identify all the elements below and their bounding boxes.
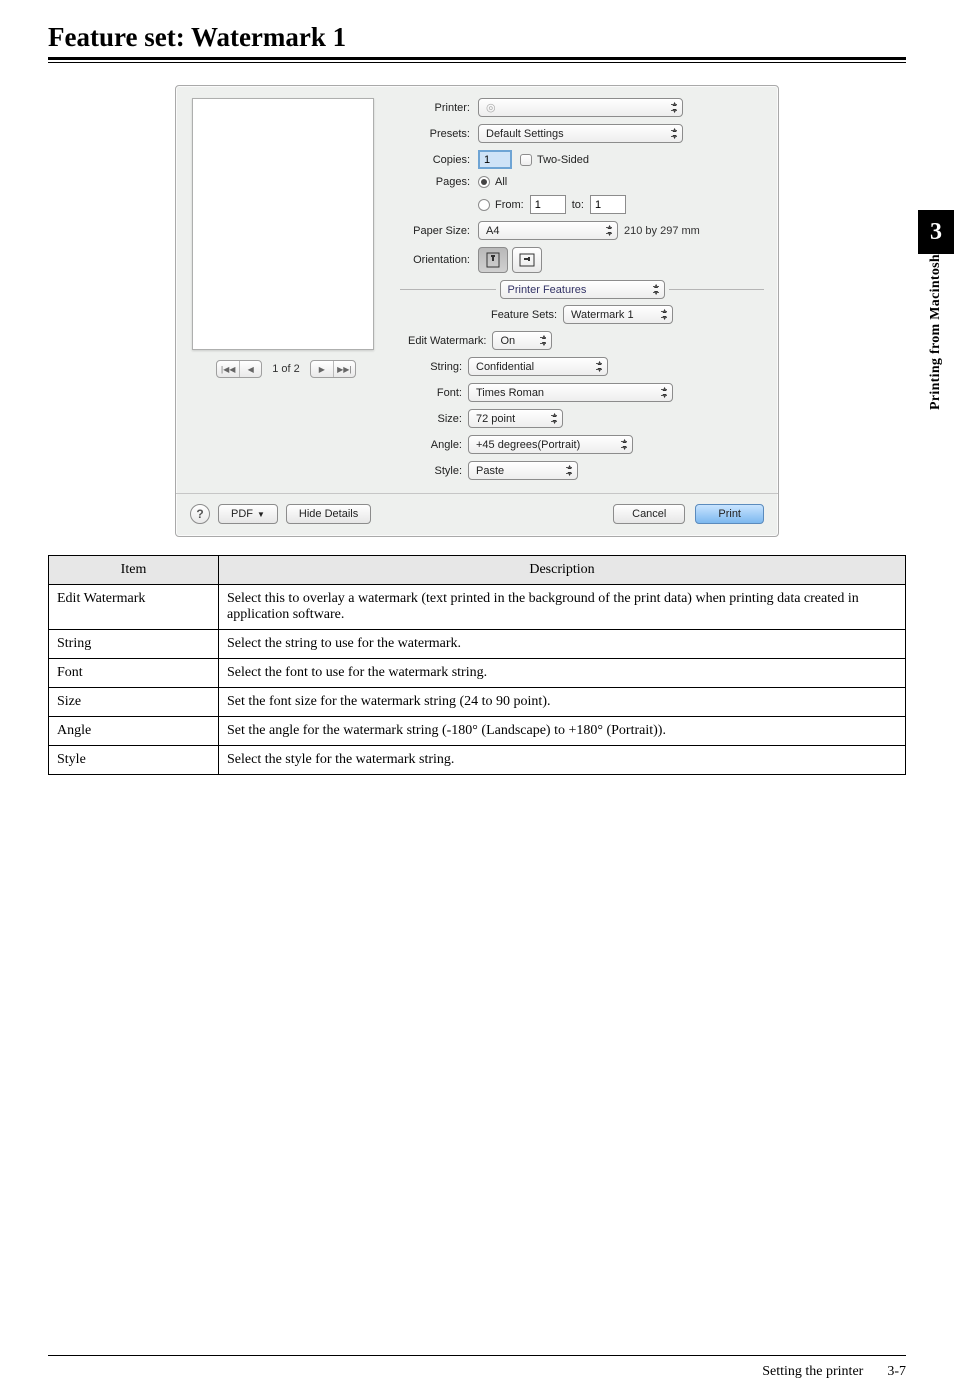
feature-sets-label: Feature Sets:	[491, 309, 557, 321]
description-table: Item Description Edit Watermark Select t…	[48, 555, 906, 775]
checkbox-icon	[520, 154, 532, 166]
presets-select[interactable]: Default Settings ▲▼	[478, 124, 683, 143]
desc-cell: Select the font to use for the watermark…	[219, 659, 906, 688]
printer-select[interactable]: ◎ ▲▼	[478, 98, 683, 117]
desc-cell: Select this to overlay a watermark (text…	[219, 585, 906, 630]
pages-to-input[interactable]	[590, 195, 626, 214]
first-page-icon: |◀◀	[217, 361, 239, 377]
size-select[interactable]: 72 point ▲▼	[468, 409, 563, 428]
pages-from-label: From:	[495, 199, 524, 211]
header-item: Item	[49, 556, 219, 585]
desc-cell: Set the font size for the watermark stri…	[219, 688, 906, 717]
preview-first-prev[interactable]: |◀◀ ◀	[216, 360, 262, 378]
radio-on-icon	[478, 176, 490, 188]
chevron-down-icon: ▼	[257, 510, 265, 519]
style-select[interactable]: Paste ▲▼	[468, 461, 578, 480]
table-row: String Select the string to use for the …	[49, 630, 906, 659]
font-select[interactable]: Times Roman ▲▼	[468, 383, 673, 402]
style-value: Paste	[476, 465, 504, 477]
next-page-icon: ▶	[311, 361, 333, 377]
portrait-icon	[486, 252, 500, 268]
pages-all-label: All	[495, 176, 507, 188]
paper-size-select[interactable]: A4 ▲▼	[478, 221, 618, 240]
string-select[interactable]: Confidential ▲▼	[468, 357, 608, 376]
paper-size-value: A4	[486, 225, 499, 237]
pages-all-radio[interactable]: All	[478, 176, 507, 188]
pages-label: Pages:	[400, 176, 478, 188]
pages-from-input[interactable]	[530, 195, 566, 214]
heading-rule	[48, 57, 906, 63]
table-row: Font Select the font to use for the wate…	[49, 659, 906, 688]
angle-select[interactable]: +45 degrees(Portrait) ▲▼	[468, 435, 633, 454]
string-label: String:	[408, 361, 468, 373]
size-label: Size:	[408, 413, 468, 425]
item-cell: Font	[49, 659, 219, 688]
item-cell: String	[49, 630, 219, 659]
dialog-section-select[interactable]: Printer Features ▲▼	[500, 280, 665, 299]
prev-page-icon: ◀	[239, 361, 261, 377]
chapter-tab: 3 Printing from Macintosh	[918, 210, 954, 474]
item-cell: Style	[49, 746, 219, 775]
size-value: 72 point	[476, 413, 515, 425]
header-desc: Description	[219, 556, 906, 585]
pdf-label: PDF	[231, 508, 253, 520]
radio-off-icon	[478, 199, 490, 211]
last-page-icon: ▶▶|	[333, 361, 355, 377]
print-button[interactable]: Print	[695, 504, 764, 524]
edit-watermark-value: On	[500, 335, 515, 347]
desc-cell: Select the style for the watermark strin…	[219, 746, 906, 775]
table-header-row: Item Description	[49, 556, 906, 585]
printer-label: Printer:	[400, 102, 478, 114]
page-footer: Setting the printer 3-7	[48, 1355, 906, 1380]
item-cell: Angle	[49, 717, 219, 746]
feature-sets-value: Watermark 1	[571, 309, 634, 321]
orientation-landscape-button[interactable]	[512, 247, 542, 273]
angle-value: +45 degrees(Portrait)	[476, 439, 580, 451]
pages-to-label: to:	[572, 199, 584, 211]
two-sided-label: Two-Sided	[537, 154, 589, 166]
page-heading: Feature set: Watermark 1	[48, 22, 906, 53]
edit-watermark-label: Edit Watermark:	[408, 335, 486, 347]
table-row: Style Select the style for the watermark…	[49, 746, 906, 775]
presets-label: Presets:	[400, 128, 478, 140]
footer-page-number: 3-7	[887, 1364, 906, 1380]
section-title: Printer Features	[508, 284, 587, 296]
desc-cell: Set the angle for the watermark string (…	[219, 717, 906, 746]
footer-section: Setting the printer	[762, 1364, 863, 1380]
item-cell: Size	[49, 688, 219, 717]
print-dialog: |◀◀ ◀ 1 of 2 ▶ ▶▶| Printer:	[175, 85, 779, 537]
desc-cell: Select the string to use for the waterma…	[219, 630, 906, 659]
angle-label: Angle:	[408, 439, 468, 451]
table-row: Angle Set the angle for the watermark st…	[49, 717, 906, 746]
font-value: Times Roman	[476, 387, 544, 399]
pages-range-radio[interactable]: From:	[478, 199, 524, 211]
item-cell: Edit Watermark	[49, 585, 219, 630]
two-sided-checkbox[interactable]: Two-Sided	[520, 154, 589, 166]
printer-value: ◎	[486, 101, 497, 114]
presets-value: Default Settings	[486, 128, 564, 140]
chapter-number: 3	[918, 210, 954, 254]
landscape-icon	[519, 253, 535, 267]
cancel-button[interactable]: Cancel	[613, 504, 685, 524]
copies-label: Copies:	[400, 154, 478, 166]
string-value: Confidential	[476, 361, 534, 373]
hide-details-button[interactable]: Hide Details	[286, 504, 371, 524]
paper-size-label: Paper Size:	[400, 225, 478, 237]
table-row: Size Set the font size for the watermark…	[49, 688, 906, 717]
paper-dimensions: 210 by 297 mm	[624, 225, 700, 237]
help-button[interactable]: ?	[190, 504, 210, 524]
font-label: Font:	[408, 387, 468, 399]
chapter-label: Printing from Macintosh	[928, 254, 944, 420]
edit-watermark-select[interactable]: On ▲▼	[492, 331, 552, 350]
preview-page-indicator: 1 of 2	[272, 363, 300, 375]
feature-sets-select[interactable]: Watermark 1 ▲▼	[563, 305, 673, 324]
preview-page	[192, 98, 374, 350]
orientation-portrait-button[interactable]	[478, 247, 508, 273]
copies-input[interactable]	[478, 150, 512, 169]
preview-next-last[interactable]: ▶ ▶▶|	[310, 360, 356, 378]
table-row: Edit Watermark Select this to overlay a …	[49, 585, 906, 630]
pdf-menu-button[interactable]: PDF ▼	[218, 504, 278, 524]
style-label: Style:	[408, 465, 468, 477]
orientation-label: Orientation:	[400, 254, 478, 266]
